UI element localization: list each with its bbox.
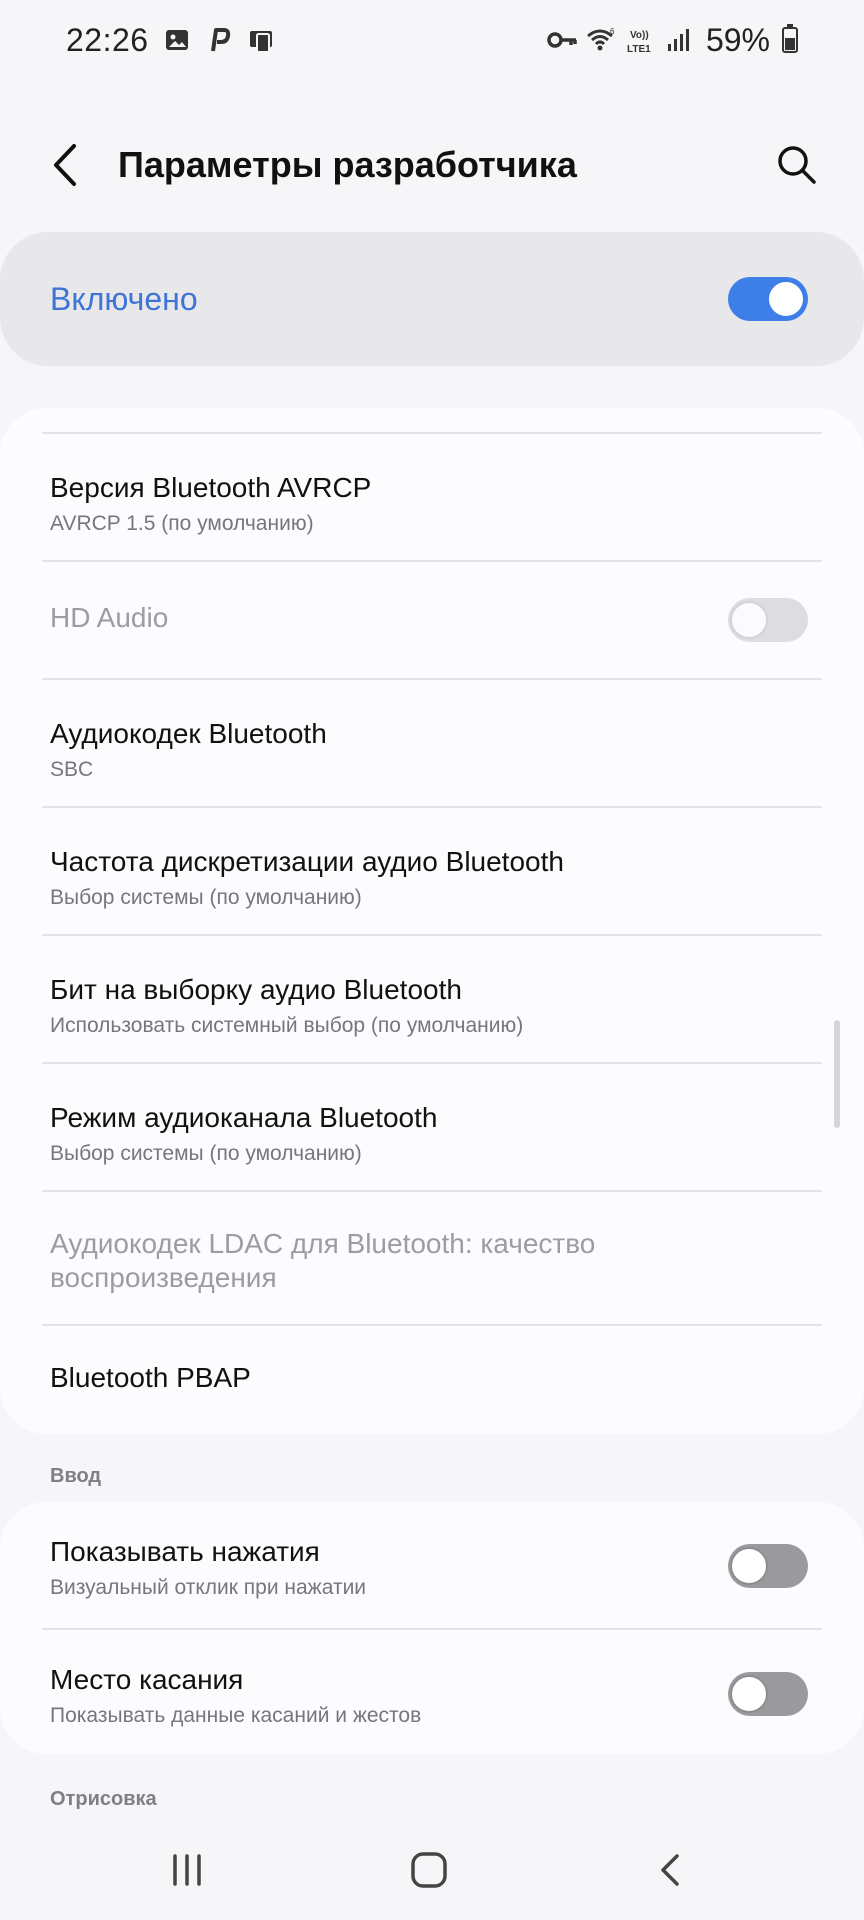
pointer-location-toggle[interactable]	[728, 1672, 808, 1716]
setting-show-taps[interactable]: Показывать нажатия Визуальный отклик при…	[0, 1502, 864, 1628]
svg-text:LTE1: LTE1	[627, 44, 651, 55]
search-icon	[778, 146, 816, 184]
wifi-icon: 6	[586, 26, 615, 54]
setting-hd-audio[interactable]: HD Audio	[0, 562, 864, 678]
setting-bluetooth-bits-per-sample[interactable]: Бит на выборку аудио Bluetooth Использов…	[0, 936, 864, 1062]
search-button[interactable]	[772, 140, 822, 190]
recents-icon	[173, 1854, 201, 1886]
recents-button[interactable]	[152, 1842, 222, 1898]
setting-title: HD Audio	[50, 602, 169, 633]
scrollbar[interactable]	[834, 1020, 840, 1128]
battery-percent: 59%	[705, 21, 770, 58]
setting-subtitle: Визуальный отклик при нажатии	[50, 1576, 367, 1599]
setting-bluetooth-avrcp-version[interactable]: Версия Bluetooth AVRCP AVRCP 1.5 (по умо…	[0, 434, 864, 560]
back-icon	[661, 1854, 679, 1886]
master-switch-label: Включено	[50, 280, 198, 317]
toggle-knob	[730, 1547, 768, 1585]
page-title: Параметры разработчика	[118, 144, 577, 185]
master-toggle[interactable]	[728, 277, 808, 321]
setting-pointer-location[interactable]: Место касания Показывать данные касаний …	[0, 1630, 864, 1754]
setting-subtitle: Показывать данные касаний и жестов	[50, 1704, 422, 1727]
status-time: 22:26	[66, 21, 149, 58]
setting-title: Версия Bluetooth AVRCP	[50, 472, 372, 503]
toggle-knob	[730, 1675, 768, 1713]
status-right: 6 Vo)) LTE1 59%	[546, 22, 798, 59]
toggle-knob	[767, 280, 805, 318]
gallery-icon	[163, 26, 191, 54]
nav-back-button[interactable]	[636, 1842, 706, 1898]
setting-title-line2: воспроизведения	[50, 1262, 277, 1293]
vpn-key-icon	[546, 26, 577, 54]
setting-title-line1: Аудиокодек LDAC для Bluetooth: качество	[50, 1228, 596, 1259]
battery-icon	[782, 24, 798, 53]
setting-title: Показывать нажатия	[50, 1536, 320, 1567]
setting-title: Частота дискретизации аудио Bluetooth	[50, 846, 564, 877]
volte-icon: Vo)) LTE1	[626, 26, 654, 55]
setting-subtitle: Выбор системы (по умолчанию)	[50, 1142, 362, 1165]
status-left: 22:26	[66, 22, 275, 59]
toggle-knob	[730, 601, 768, 639]
input-settings-card: Показывать нажатия Визуальный отклик при…	[0, 1502, 864, 1754]
status-bar: 22:26 6 Vo)) LTE1 59%	[0, 0, 864, 80]
app-header: Параметры разработчика	[0, 120, 864, 210]
hd-audio-toggle[interactable]	[728, 598, 808, 642]
home-button[interactable]	[394, 1842, 464, 1898]
bluetooth-settings-card: Версия Bluetooth AVRCP AVRCP 1.5 (по умо…	[0, 408, 864, 1434]
setting-title: Режим аудиоканала Bluetooth	[50, 1102, 438, 1133]
setting-subtitle: SBC	[50, 758, 94, 781]
setting-title: Bluetooth PBAP	[50, 1362, 251, 1393]
setting-ldac-playback-quality[interactable]: Аудиокодек LDAC для Bluetooth: качество …	[0, 1192, 864, 1324]
section-label-input: Ввод	[50, 1465, 102, 1487]
navigation-bar	[0, 1820, 864, 1920]
device-icon	[247, 26, 275, 54]
developer-options-master-switch[interactable]: Включено	[0, 232, 864, 366]
setting-title: Бит на выборку аудио Bluetooth	[50, 974, 462, 1005]
setting-bluetooth-sample-rate[interactable]: Частота дискретизации аудио Bluetooth Вы…	[0, 808, 864, 934]
setting-title: Аудиокодек Bluetooth	[50, 718, 327, 749]
setting-subtitle: AVRCP 1.5 (по умолчанию)	[50, 512, 314, 535]
svg-text:6: 6	[610, 27, 615, 36]
setting-bluetooth-pbap[interactable]: Bluetooth PBAP	[0, 1326, 864, 1434]
setting-subtitle: Выбор системы (по умолчанию)	[50, 886, 362, 909]
setting-bluetooth-channel-mode[interactable]: Режим аудиоканала Bluetooth Выбор систем…	[0, 1064, 864, 1190]
section-label-drawing: Отрисовка	[50, 1788, 157, 1810]
setting-subtitle: Использовать системный выбор (по умолчан…	[50, 1014, 524, 1037]
signal-icon	[666, 26, 694, 54]
chevron-left-icon	[54, 144, 76, 186]
parking-icon	[205, 26, 233, 54]
setting-bluetooth-audio-codec[interactable]: Аудиокодек Bluetooth SBC	[0, 680, 864, 806]
home-icon	[411, 1852, 447, 1888]
show-taps-toggle[interactable]	[728, 1544, 808, 1588]
svg-text:Vo)): Vo))	[630, 30, 649, 41]
setting-title: Место касания	[50, 1664, 244, 1695]
back-button[interactable]	[44, 138, 92, 192]
